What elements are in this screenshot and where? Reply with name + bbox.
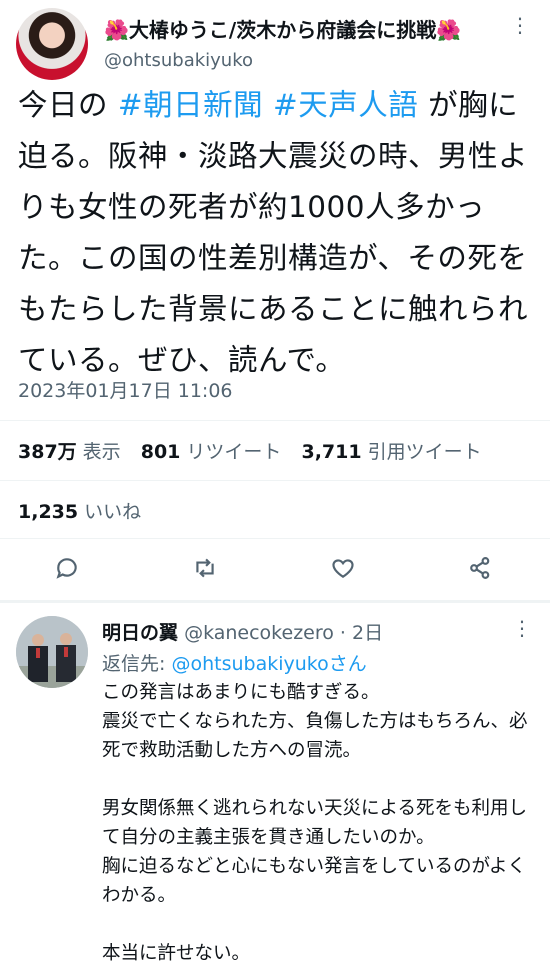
likes-count: 1,235 <box>18 501 79 523</box>
retweets-stat[interactable]: 801 リツイート <box>141 441 282 463</box>
quotes-label: 引用ツイート <box>367 441 482 463</box>
views-label: 表示 <box>82 441 121 463</box>
tweet-text-pre: 今日の <box>18 88 118 122</box>
retweet-button[interactable] <box>192 555 222 585</box>
likes-label: いいね <box>84 501 142 523</box>
replying-label: 返信先: <box>102 653 172 675</box>
divider <box>0 538 550 539</box>
heart-icon <box>332 559 354 578</box>
quotes-stat[interactable]: 3,711 引用ツイート <box>301 441 481 463</box>
quotes-count: 3,711 <box>301 441 362 463</box>
reply-button[interactable] <box>54 555 84 585</box>
section-divider <box>0 600 550 603</box>
replying-handle[interactable]: @ohtsubakiyukoさん <box>171 653 366 675</box>
reply-avatar-photo <box>16 616 88 688</box>
replying-to: 返信先: @ohtsubakiyukoさん <box>102 649 367 676</box>
divider <box>0 480 550 481</box>
share-icon <box>470 557 490 579</box>
views-count: 387万 <box>18 441 77 463</box>
like-button[interactable] <box>330 555 360 585</box>
share-button[interactable] <box>467 555 497 585</box>
retweets-label: リツイート <box>186 441 282 463</box>
tweet-timestamp[interactable]: 2023年01月17日 11:06 <box>18 376 233 403</box>
hashtag-tensei[interactable]: #天声人語 <box>273 88 418 122</box>
more-icon[interactable]: ⋮ <box>510 15 530 35</box>
views-stat[interactable]: 387万 表示 <box>18 441 121 463</box>
reply-avatar[interactable] <box>16 616 88 688</box>
reply-more-icon[interactable]: ⋮ <box>512 618 532 638</box>
author-name-text: 大椿ゆうこ/茨木から府議会に挑戦 <box>128 18 437 42</box>
author-handle[interactable]: @ohtsubakiyuko <box>104 50 253 71</box>
reply-icon <box>56 558 77 579</box>
reply-time[interactable]: 2日 <box>352 622 383 644</box>
separator-dot: · <box>339 622 346 644</box>
retweets-count: 801 <box>140 441 181 463</box>
hashtag-asahi[interactable]: #朝日新聞 <box>118 88 263 122</box>
reply-text: この発言はあまりにも酷すぎる。 震災で亡くなられた方、負傷した方はもちろん、必死… <box>102 682 528 964</box>
reply-author-name[interactable]: 明日の翼 <box>102 622 178 644</box>
likes-stat[interactable]: 1,235 いいね <box>18 497 141 524</box>
tweet-stats: 387万 表示 801 リツイート 3,711 引用ツイート <box>18 437 482 464</box>
reply-author-handle[interactable]: @kanecokezero <box>184 622 334 644</box>
reply-header: 明日の翼 @kanecokezero · 2日 <box>102 618 383 645</box>
divider <box>0 420 550 421</box>
retweet-icon <box>196 558 214 578</box>
flower-emoji-left: 🌺 <box>104 18 129 42</box>
author-avatar[interactable] <box>16 8 88 80</box>
tweet-text-post: が胸に迫る。阪神・淡路大震災の時、男性よりも女性の死者が約1000人多かった。こ… <box>18 88 529 377</box>
flower-emoji-right: 🌺 <box>436 18 462 42</box>
tweet-text: 今日の #朝日新聞 #天声人語 が胸に迫る。阪神・淡路大震災の時、男性よりも女性… <box>18 80 538 386</box>
author-name[interactable]: 🌺大椿ゆうこ/茨木から府議会に挑戦🌺 <box>104 14 461 43</box>
